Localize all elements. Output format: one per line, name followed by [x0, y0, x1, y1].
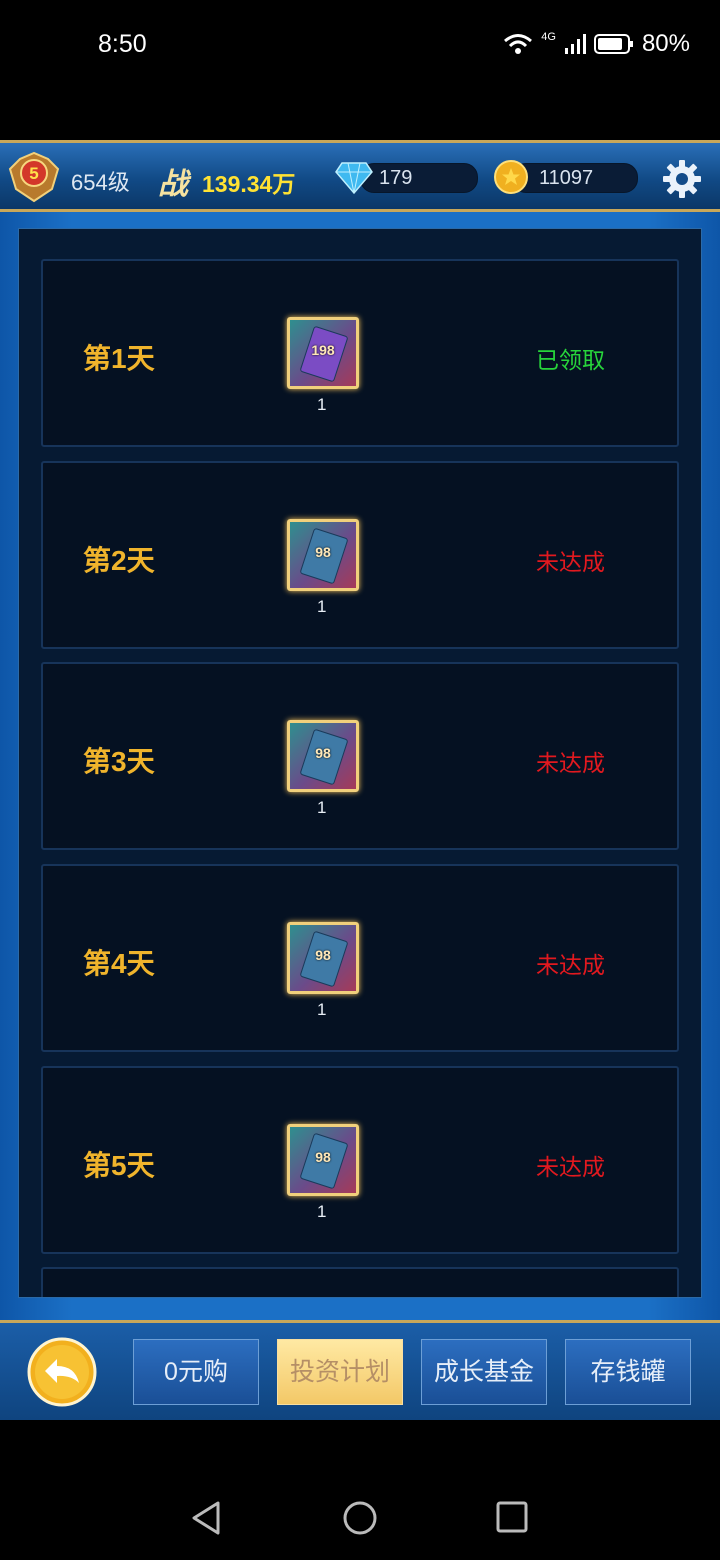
reward-card-icon[interactable]: 98 — [287, 1124, 359, 1196]
rank-emblem-icon[interactable]: 5 — [6, 149, 62, 205]
reward-status: 未达成 — [536, 750, 605, 776]
reward-row-day-5[interactable]: 第5天 98 1 未达成 — [41, 1066, 679, 1254]
day-label: 第2天 — [83, 545, 155, 576]
reward-row-day-2[interactable]: 第2天 98 1 未达成 — [41, 461, 679, 649]
reward-row-partial[interactable] — [41, 1267, 679, 1297]
diamond-icon — [335, 162, 373, 195]
reward-quantity: 1 — [317, 395, 327, 414]
status-icons: 4G 80% — [503, 30, 690, 58]
reward-row-day-1[interactable]: 第1天 198 1 已领取 — [41, 259, 679, 447]
day-label: 第5天 — [83, 1150, 155, 1181]
battery-icon — [593, 33, 634, 55]
status-time: 8:50 — [98, 30, 147, 58]
diamond-count: 179 — [379, 167, 413, 189]
tab-investment-plan[interactable]: 投资计划 — [277, 1339, 403, 1405]
battery-percent: 80% — [641, 30, 690, 57]
coin-icon — [494, 160, 528, 194]
wifi-icon — [503, 32, 533, 56]
nav-back-icon[interactable] — [190, 1500, 222, 1536]
coin-count: 11097 — [539, 167, 594, 189]
card-value: 98 — [315, 745, 331, 761]
settings-gear-icon[interactable] — [660, 157, 704, 201]
status-bar: 8:50 4G 80% — [0, 0, 720, 90]
reward-status: 未达成 — [536, 549, 605, 575]
reward-quantity: 1 — [317, 1000, 327, 1019]
rank-badge-number: 5 — [29, 164, 38, 183]
day-label: 第4天 — [83, 948, 155, 979]
reward-card-icon[interactable]: 98 — [287, 720, 359, 792]
reward-card-icon[interactable]: 98 — [287, 519, 359, 591]
reward-quantity: 1 — [317, 1202, 327, 1221]
tab-zero-yuan-buy[interactable]: 0元购 — [133, 1339, 259, 1405]
reward-status: 未达成 — [536, 952, 605, 978]
reward-row-day-3[interactable]: 第3天 98 1 未达成 — [41, 662, 679, 850]
system-nav-bar — [0, 1420, 720, 1560]
reward-quantity: 1 — [317, 798, 327, 817]
tab-growth-fund[interactable]: 成长基金 — [421, 1339, 547, 1405]
reward-status: 未达成 — [536, 1154, 605, 1180]
day-label: 第1天 — [83, 343, 155, 374]
reward-status: 已领取 — [536, 347, 605, 373]
card-value: 98 — [315, 947, 331, 963]
card-value: 198 — [311, 342, 335, 358]
nav-home-icon[interactable] — [342, 1500, 378, 1536]
card-value: 98 — [315, 1149, 331, 1165]
coin-counter[interactable]: 11097 — [512, 163, 638, 193]
reward-row-day-4[interactable]: 第4天 98 1 未达成 — [41, 864, 679, 1052]
reward-quantity: 1 — [317, 597, 327, 616]
back-arrow-icon[interactable] — [27, 1337, 97, 1407]
day-label: 第3天 — [83, 746, 155, 777]
reward-list-panel[interactable]: 第1天 198 1 已领取 第2天 98 1 未达成 第3天 98 1 未达成 … — [18, 228, 702, 1298]
reward-card-icon[interactable]: 98 — [287, 922, 359, 994]
power-value: 139.34万 — [202, 171, 296, 197]
card-value: 98 — [315, 544, 331, 560]
bottom-tab-bar: 0元购 投资计划 成长基金 存钱罐 — [0, 1320, 720, 1420]
reward-card-icon[interactable]: 198 — [287, 317, 359, 389]
diamond-counter[interactable]: 179 — [360, 163, 478, 193]
network-label: 4G — [541, 31, 556, 43]
player-info-bar: 5 654级 战 139.34万 179 11097 — [0, 140, 720, 212]
nav-recents-icon[interactable] — [496, 1500, 528, 1534]
player-level: 654级 — [71, 170, 130, 195]
power-icon: 战 — [158, 168, 188, 201]
tab-piggy-bank[interactable]: 存钱罐 — [565, 1339, 691, 1405]
signal-icon — [564, 33, 586, 55]
